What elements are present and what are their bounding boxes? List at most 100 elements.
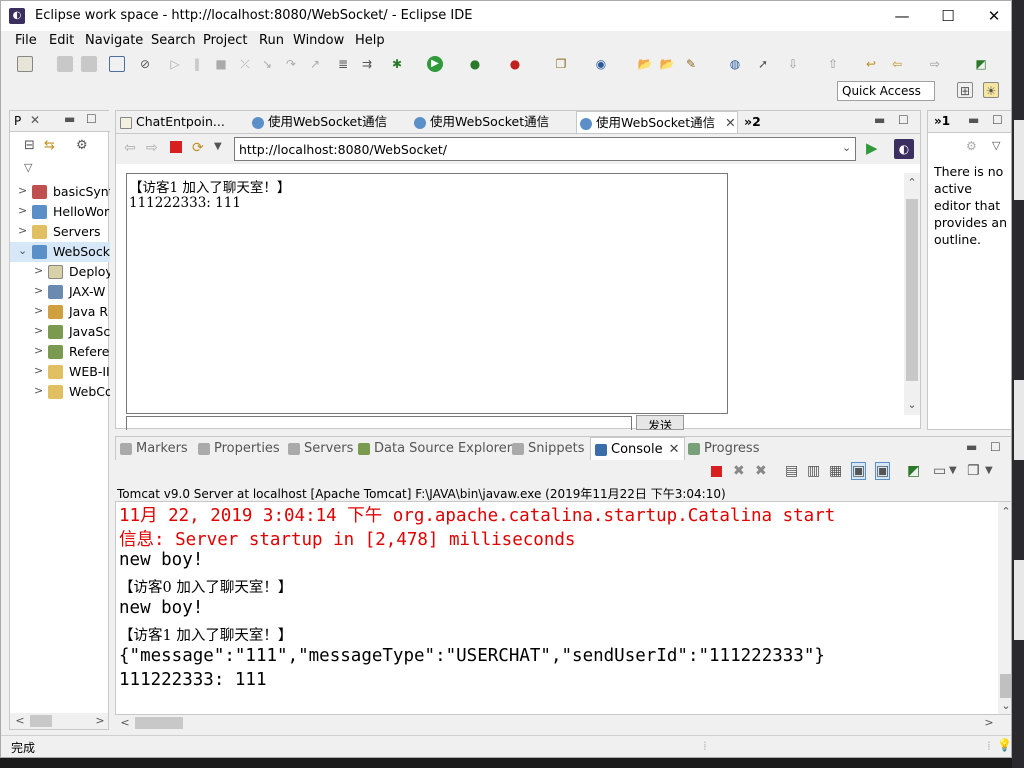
minimize-view-icon[interactable]: ▬ <box>874 113 885 127</box>
open-type-icon[interactable]: 📂 <box>637 56 653 72</box>
chevron-right-icon[interactable]: > <box>18 224 28 237</box>
external-tools-icon[interactable]: ● <box>507 56 523 72</box>
scroll-down-icon[interactable]: ⌄ <box>998 698 1011 714</box>
go-icon[interactable]: ▶ <box>866 139 878 157</box>
tab-progress[interactable]: Progress <box>688 437 759 461</box>
menu-window[interactable]: Window <box>293 33 344 48</box>
menu-project[interactable]: Project <box>203 33 247 48</box>
open-perspective-icon[interactable]: ⊞ <box>957 82 973 98</box>
tab-websocket-2[interactable]: 使用WebSocket通信 <box>414 111 574 133</box>
link-with-editor-icon[interactable]: ⇆ <box>44 138 55 153</box>
tree-item[interactable]: > Deploy <box>10 262 110 282</box>
step-return-icon[interactable]: ↗ <box>307 56 323 72</box>
tree-item[interactable]: > HelloWor <box>10 202 110 222</box>
scroll-up-icon[interactable]: ⌃ <box>998 504 1011 520</box>
message-input[interactable] <box>126 416 632 430</box>
outline-overflow[interactable]: »1 <box>934 114 950 128</box>
menu-edit[interactable]: Edit <box>49 33 74 48</box>
chevron-right-icon[interactable]: > <box>34 264 44 277</box>
tab-properties[interactable]: Properties <box>198 437 280 461</box>
scroll-left-icon[interactable]: < <box>117 715 133 731</box>
chevron-down-icon[interactable]: ▼ <box>949 465 957 476</box>
tab-console[interactable]: Console ✕ <box>590 437 685 461</box>
tab-data-source-explorer[interactable]: Data Source Explorer <box>358 437 512 461</box>
filter-icon[interactable]: ⚙ <box>966 139 977 153</box>
chevron-right-icon[interactable]: > <box>18 184 28 197</box>
save-all-icon[interactable] <box>81 56 97 72</box>
chevron-right-icon[interactable]: > <box>18 204 28 217</box>
display-console-icon[interactable]: ▭ <box>933 463 946 479</box>
new-class-icon[interactable]: ◉ <box>593 56 609 72</box>
console-horizontal-scrollbar[interactable]: < > <box>115 715 999 731</box>
annotation-icon[interactable]: ➚ <box>755 56 771 72</box>
terminate-icon[interactable]: ■ <box>213 56 229 72</box>
console-vertical-scrollbar[interactable]: ⌃ ⌄ <box>998 502 1011 714</box>
maximize-view-icon[interactable]: ☐ <box>898 113 909 127</box>
stop-icon[interactable] <box>170 141 182 153</box>
run-coverage-icon[interactable]: ● <box>467 56 483 72</box>
open-console-icon[interactable]: ❐ <box>967 463 980 479</box>
scrollbar-thumb[interactable] <box>135 717 183 729</box>
minimize-view-icon[interactable]: ▬ <box>64 112 75 126</box>
tab-overflow[interactable]: »2 <box>744 111 764 133</box>
scroll-right-icon[interactable]: > <box>981 715 997 731</box>
filter-icon[interactable]: ⚙ <box>76 138 88 153</box>
close-icon[interactable]: ✕ <box>669 442 680 457</box>
console-output[interactable]: 11月 22, 2019 3:04:14 下午 org.apache.catal… <box>115 501 1011 715</box>
debug-icon[interactable]: ✱ <box>389 56 405 72</box>
maximize-view-icon[interactable]: ☐ <box>992 113 1003 127</box>
chevron-right-icon[interactable]: > <box>34 284 44 297</box>
menu-search[interactable]: Search <box>151 33 196 48</box>
tab-websocket-active[interactable]: 使用WebSocket通信 ✕ <box>576 111 738 133</box>
pin-console-icon[interactable]: ◩ <box>907 463 920 479</box>
scrollbar-thumb[interactable] <box>906 199 918 381</box>
new-icon[interactable] <box>17 56 33 72</box>
chevron-right-icon[interactable]: > <box>34 324 44 337</box>
java-ee-perspective-icon[interactable]: ☀ <box>983 82 999 98</box>
tree-item[interactable]: > JAX-W <box>10 282 110 302</box>
quick-access-input[interactable]: Quick Access <box>837 81 935 101</box>
show-stdout-icon[interactable]: ▣ <box>851 462 867 480</box>
skip-breakpoints-icon[interactable]: ⊘ <box>137 56 153 72</box>
collapse-all-icon[interactable]: ⊟ <box>24 138 35 153</box>
tab-chat-endpoint[interactable]: ChatEntpoin... <box>120 111 250 133</box>
project-explorer-tab[interactable]: P ✕ ▬ ☐ <box>10 111 110 132</box>
maximize-view-icon[interactable]: ☐ <box>990 440 1001 454</box>
back-icon[interactable]: ⇦ <box>124 140 136 156</box>
maximize-view-icon[interactable]: ☐ <box>86 112 97 126</box>
terminate-icon[interactable] <box>711 466 722 477</box>
tip-lightbulb-icon[interactable]: 💡 <box>997 738 1011 752</box>
resume-icon[interactable]: ▷ <box>167 56 183 72</box>
url-input[interactable]: http://localhost:8080/WebSocket/ <box>234 137 856 161</box>
tree-item[interactable]: > Servers <box>10 222 110 242</box>
chevron-down-icon[interactable]: ▼ <box>214 141 222 152</box>
chevron-right-icon[interactable]: > <box>34 344 44 357</box>
scroll-down-icon[interactable]: ⌄ <box>904 397 920 413</box>
chevron-down-icon[interactable]: ▼ <box>985 465 993 476</box>
menu-help[interactable]: Help <box>355 33 385 48</box>
view-menu-icon[interactable]: ▽ <box>24 161 32 174</box>
scroll-lock-icon[interactable]: ▥ <box>807 463 820 479</box>
eclipse-browser-icon[interactable]: ◐ <box>894 139 914 159</box>
outline-tab[interactable]: »1 ▬ ☐ <box>928 111 1011 133</box>
search-icon[interactable]: ✎ <box>683 56 699 72</box>
terminal-icon[interactable] <box>109 56 125 72</box>
tree-item[interactable]: > WebCo <box>10 382 110 402</box>
horizontal-scrollbar[interactable]: < > <box>10 713 108 729</box>
toggle-word-wrap-icon[interactable]: ⇉ <box>359 56 375 72</box>
back-icon[interactable]: ⇦ <box>889 56 905 72</box>
previous-annotation-icon[interactable]: ⇧ <box>825 56 841 72</box>
tab-websocket-1[interactable]: 使用WebSocket通信 <box>252 111 412 133</box>
menu-run[interactable]: Run <box>259 33 284 48</box>
tab-snippets[interactable]: Snippets <box>512 437 584 461</box>
send-button[interactable]: 发送 <box>636 415 684 430</box>
clear-console-icon[interactable]: ▤ <box>785 463 798 479</box>
scroll-left-icon[interactable]: < <box>12 713 28 729</box>
tab-markers[interactable]: Markers <box>120 437 188 461</box>
tree-item[interactable]: > basicSynt <box>10 182 110 202</box>
suspend-icon[interactable]: ‖ <box>189 56 205 72</box>
remove-all-icon[interactable]: ✖ <box>755 463 767 479</box>
minimize-button[interactable]: — <box>879 4 925 28</box>
run-icon[interactable]: ▶ <box>427 56 443 72</box>
maximize-button[interactable]: ☐ <box>925 4 971 28</box>
